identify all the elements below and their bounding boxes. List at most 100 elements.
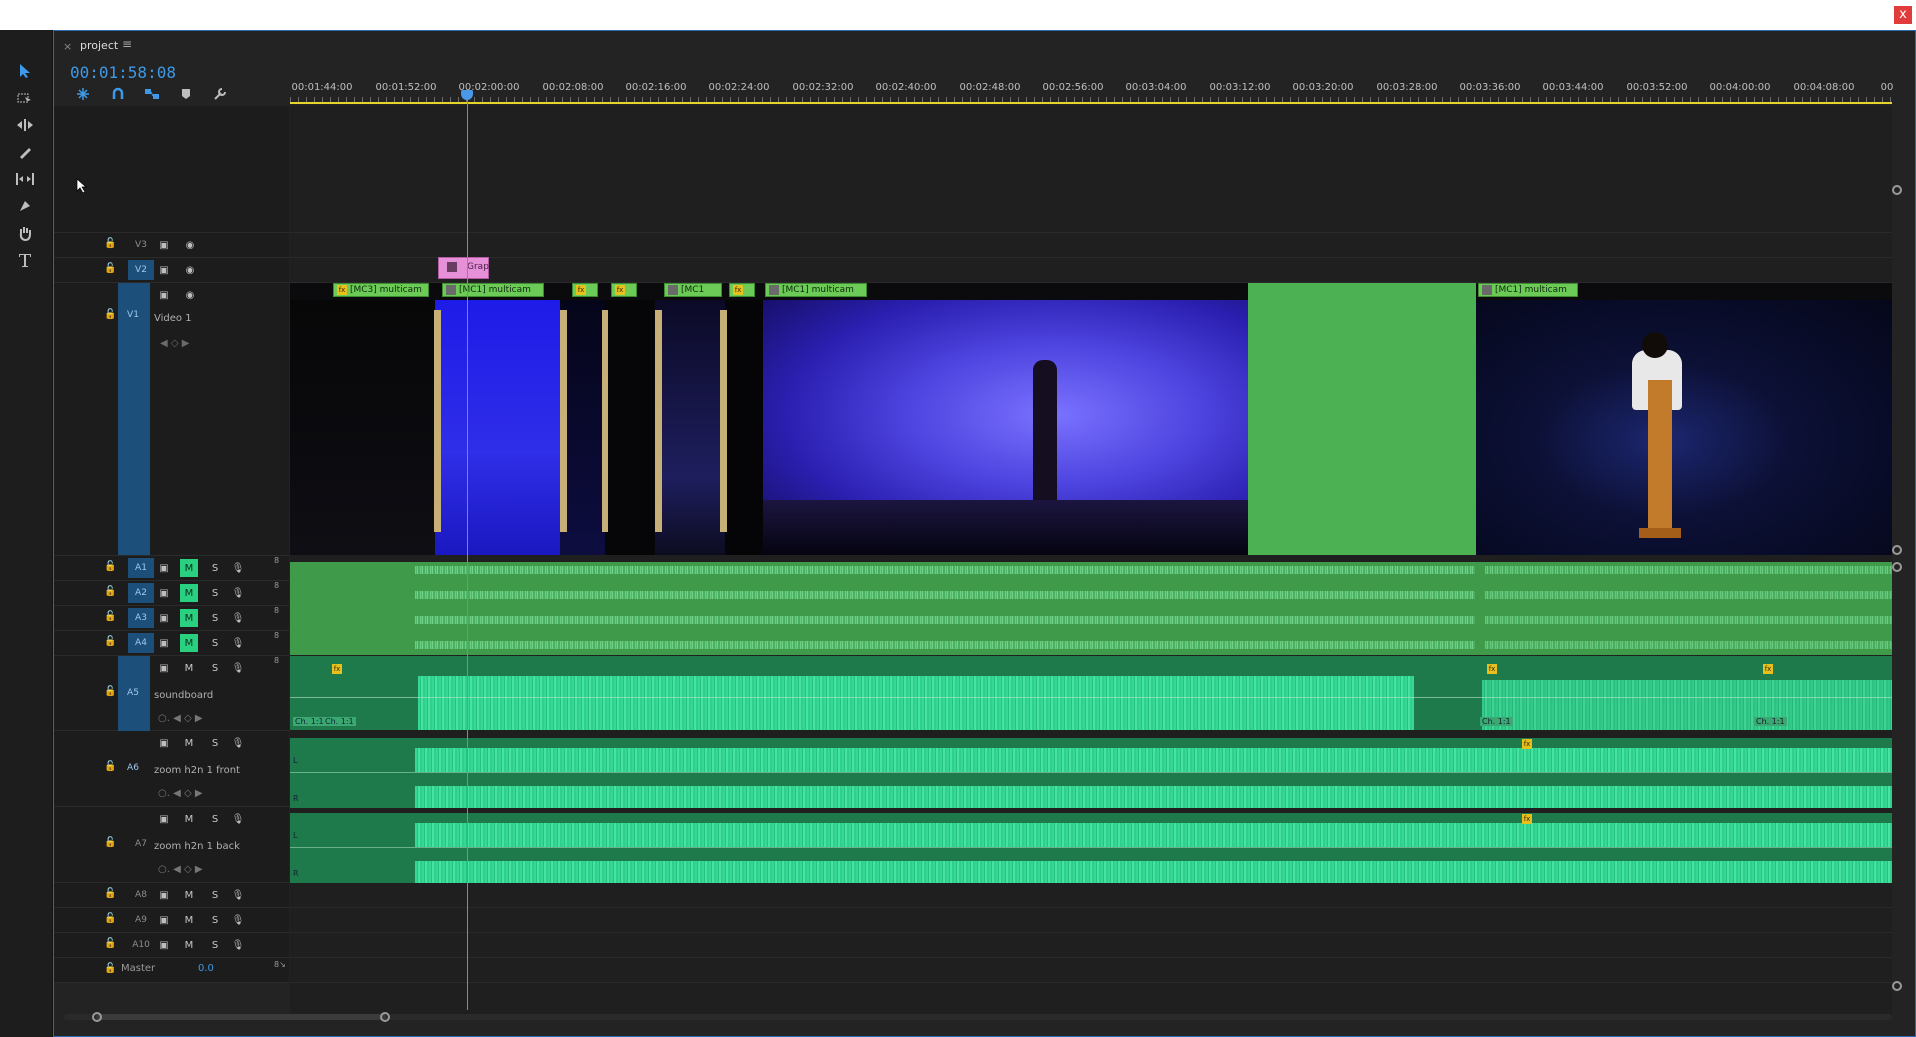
- clip-label-mc1c[interactable]: [MC1] multicam: [765, 283, 867, 297]
- keyframe-nav-icon[interactable]: ○. ◀ ◇ ▶: [158, 864, 203, 875]
- video-clip-thumbnail[interactable]: [605, 300, 655, 555]
- eye-icon[interactable]: ◉: [182, 237, 198, 253]
- fx-badge[interactable]: fx: [1487, 664, 1497, 674]
- fx-badge[interactable]: fx: [1522, 739, 1532, 749]
- zoom-end-handle[interactable]: [380, 1012, 390, 1022]
- track-label[interactable]: A10: [128, 935, 154, 955]
- volume-rubberband[interactable]: [290, 772, 1892, 773]
- lock-icon[interactable]: 🔓: [104, 611, 116, 622]
- mute-button[interactable]: M: [180, 634, 198, 652]
- lock-icon[interactable]: 🔓: [104, 309, 116, 320]
- volume-rubberband[interactable]: [290, 847, 1892, 848]
- fx-badge[interactable]: fx: [1522, 814, 1532, 824]
- mute-button[interactable]: M: [180, 936, 198, 954]
- lock-icon[interactable]: 🔓: [104, 636, 116, 647]
- microphone-icon[interactable]: 🎙: [230, 635, 246, 651]
- nest-sequence-icon[interactable]: [74, 86, 92, 102]
- fx-badge[interactable]: fx: [332, 664, 342, 674]
- sync-lock-icon[interactable]: ▣: [156, 937, 172, 953]
- lock-icon[interactable]: 🔓: [104, 561, 116, 572]
- keyframe-nav-icon[interactable]: ○. ◀ ◇ ▶: [158, 788, 203, 799]
- track-name[interactable]: soundboard: [154, 690, 213, 701]
- clip-label-fx[interactable]: fx: [572, 283, 598, 297]
- video-clip-thumbnail[interactable]: [725, 300, 763, 555]
- track-name[interactable]: zoom h2n 1 front: [154, 765, 240, 776]
- lock-icon[interactable]: 🔓: [104, 938, 116, 949]
- snap-icon[interactable]: [109, 86, 127, 102]
- microphone-icon[interactable]: 🎙: [230, 811, 246, 827]
- track-label[interactable]: A1: [128, 558, 154, 578]
- sync-lock-icon[interactable]: ▣: [156, 887, 172, 903]
- microphone-icon[interactable]: 🎙: [230, 660, 246, 676]
- solo-button[interactable]: S: [206, 810, 224, 828]
- transition-marker[interactable]: [655, 310, 662, 532]
- ripple-edit-tool-icon[interactable]: [12, 114, 38, 136]
- add-marker-icon[interactable]: [177, 86, 195, 102]
- sync-lock-icon[interactable]: ▣: [156, 811, 172, 827]
- lock-icon[interactable]: 🔓: [104, 238, 116, 249]
- volume-rubberband[interactable]: [290, 697, 1892, 698]
- track-name[interactable]: Video 1: [154, 313, 192, 324]
- sync-lock-icon[interactable]: ▣: [156, 912, 172, 928]
- eye-icon[interactable]: ◉: [182, 287, 198, 303]
- clip-label-mc3[interactable]: fx [MC3] multicam: [333, 283, 429, 297]
- solo-button[interactable]: S: [206, 886, 224, 904]
- sync-lock-icon[interactable]: ▣: [156, 237, 172, 253]
- audio-vertical-scroll-handle[interactable]: [1892, 562, 1902, 572]
- transition-marker[interactable]: [602, 310, 608, 532]
- timeline-tab-label[interactable]: project: [80, 39, 118, 52]
- mute-button[interactable]: M: [180, 609, 198, 627]
- sync-lock-icon[interactable]: ▣: [156, 735, 172, 751]
- mute-button[interactable]: M: [180, 734, 198, 752]
- track-label[interactable]: V1: [120, 305, 146, 325]
- solo-button[interactable]: S: [206, 659, 224, 677]
- track-label[interactable]: A5: [120, 683, 146, 703]
- hand-tool-icon[interactable]: [12, 222, 38, 244]
- mute-button[interactable]: M: [180, 810, 198, 828]
- solo-button[interactable]: S: [206, 734, 224, 752]
- mute-button[interactable]: M: [180, 911, 198, 929]
- track-label[interactable]: V2: [128, 260, 154, 280]
- video-clip-thumbnail-speaker[interactable]: [1476, 300, 1892, 555]
- master-channel-icon[interactable]: 8↘: [274, 960, 286, 969]
- mute-button[interactable]: M: [180, 584, 198, 602]
- video-clip-thumbnail[interactable]: [290, 300, 435, 555]
- solo-button[interactable]: S: [206, 911, 224, 929]
- tab-close-icon[interactable]: ×: [63, 40, 72, 53]
- eye-icon[interactable]: ◉: [182, 262, 198, 278]
- microphone-icon[interactable]: 🎙: [230, 585, 246, 601]
- audio-vertical-scroll-handle[interactable]: [1892, 981, 1902, 991]
- keyframe-nav-icon[interactable]: ○. ◀ ◇ ▶: [158, 713, 203, 724]
- fx-badge[interactable]: fx: [1763, 664, 1773, 674]
- sync-lock-icon[interactable]: ▣: [156, 635, 172, 651]
- microphone-icon[interactable]: 🎙: [230, 887, 246, 903]
- clip-label-fx[interactable]: fx: [611, 283, 637, 297]
- mute-button[interactable]: M: [180, 559, 198, 577]
- transition-marker[interactable]: [720, 310, 727, 532]
- clip-label-mc1b[interactable]: [MC1: [664, 283, 722, 297]
- track-label[interactable]: A7: [128, 834, 154, 854]
- lock-icon[interactable]: 🔓: [104, 837, 116, 848]
- keyframe-nav-icon[interactable]: ◀ ◇ ▶: [160, 338, 189, 349]
- sync-lock-icon[interactable]: ▣: [156, 287, 172, 303]
- window-close-button[interactable]: x: [1894, 6, 1912, 24]
- solo-button[interactable]: S: [206, 584, 224, 602]
- slip-tool-icon[interactable]: [12, 168, 38, 190]
- lock-icon[interactable]: 🔓: [104, 913, 116, 924]
- solo-button[interactable]: S: [206, 634, 224, 652]
- track-label[interactable]: A3: [128, 608, 154, 628]
- track-label[interactable]: A6: [120, 758, 146, 778]
- lock-icon[interactable]: 🔓: [104, 761, 116, 772]
- lock-icon[interactable]: 🔓: [104, 888, 116, 899]
- type-tool-icon[interactable]: [12, 249, 38, 271]
- sync-lock-icon[interactable]: ▣: [156, 585, 172, 601]
- sync-lock-icon[interactable]: ▣: [156, 262, 172, 278]
- lock-icon[interactable]: 🔓: [104, 586, 116, 597]
- microphone-icon[interactable]: 🎙: [230, 937, 246, 953]
- sync-lock-icon[interactable]: ▣: [156, 660, 172, 676]
- track-label[interactable]: A2: [128, 583, 154, 603]
- microphone-icon[interactable]: 🎙: [230, 912, 246, 928]
- clip-label-mc1a[interactable]: [MC1] multicam: [442, 283, 544, 297]
- microphone-icon[interactable]: 🎙: [230, 560, 246, 576]
- playhead-line[interactable]: [467, 94, 468, 1010]
